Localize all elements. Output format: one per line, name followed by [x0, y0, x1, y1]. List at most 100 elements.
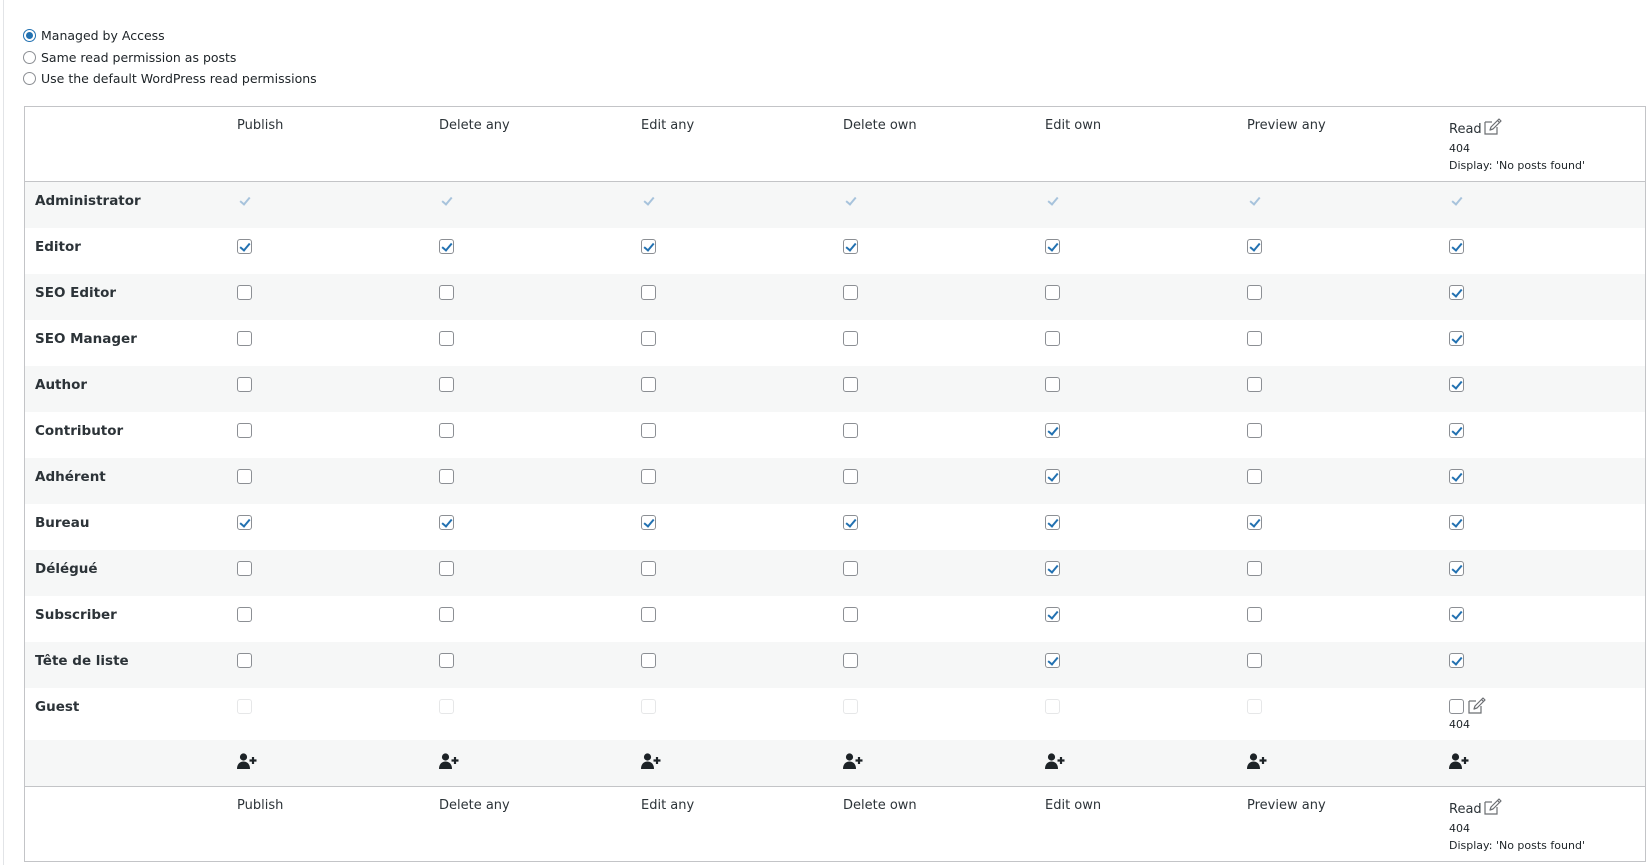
- edit-icon[interactable]: [1483, 798, 1502, 820]
- permission-checkbox[interactable]: [641, 285, 656, 300]
- permission-checkbox: [843, 699, 858, 714]
- permission-checkbox[interactable]: [843, 285, 858, 300]
- permission-checkbox[interactable]: [439, 561, 454, 576]
- permission-checkbox[interactable]: [439, 331, 454, 346]
- permission-checkbox[interactable]: [237, 469, 252, 484]
- permission-checkbox[interactable]: [1247, 515, 1262, 530]
- permission-checkbox[interactable]: [641, 377, 656, 392]
- permission-checkbox[interactable]: [1449, 239, 1464, 254]
- add-user-icon[interactable]: [1045, 753, 1065, 773]
- permission-checkbox[interactable]: [1449, 331, 1464, 346]
- permission-checkbox[interactable]: [641, 607, 656, 622]
- permission-checkbox[interactable]: [1449, 607, 1464, 622]
- permission-checkbox[interactable]: [439, 607, 454, 622]
- permission-checkbox[interactable]: [439, 653, 454, 668]
- permission-checkbox[interactable]: [237, 653, 252, 668]
- permission-checkbox[interactable]: [1045, 561, 1060, 576]
- permission-checkbox[interactable]: [439, 239, 454, 254]
- add-user-cell: [641, 740, 843, 786]
- permission-checkbox[interactable]: [439, 515, 454, 530]
- permission-checkbox[interactable]: [237, 607, 252, 622]
- table-row: SEO Editor: [25, 274, 1645, 320]
- permission-checkbox[interactable]: [1045, 285, 1060, 300]
- radio-button[interactable]: [23, 72, 36, 86]
- add-user-icon[interactable]: [843, 753, 863, 773]
- permission-checkbox[interactable]: [641, 561, 656, 576]
- add-user-icon[interactable]: [641, 753, 661, 773]
- permission-checkbox[interactable]: [237, 239, 252, 254]
- permission-checkbox[interactable]: [641, 423, 656, 438]
- radio-button[interactable]: [23, 29, 36, 43]
- permission-checkbox[interactable]: [1045, 607, 1060, 622]
- permission-checkbox[interactable]: [843, 607, 858, 622]
- permission-checkbox[interactable]: [1449, 285, 1464, 300]
- permission-cell: [1449, 366, 1645, 412]
- permission-checkbox[interactable]: [1449, 699, 1464, 714]
- radio-option-managed-by-access[interactable]: Managed by Access: [23, 25, 317, 47]
- add-user-icon[interactable]: [439, 753, 459, 773]
- permission-checkbox[interactable]: [843, 469, 858, 484]
- add-user-icon[interactable]: [237, 753, 257, 773]
- permission-checkbox: [641, 193, 656, 208]
- permission-checkbox[interactable]: [439, 469, 454, 484]
- permission-checkbox[interactable]: [641, 515, 656, 530]
- permission-checkbox[interactable]: [1247, 239, 1262, 254]
- radio-option-same-as-posts[interactable]: Same read permission as posts: [23, 47, 317, 69]
- permission-checkbox[interactable]: [843, 331, 858, 346]
- add-user-icon[interactable]: [1247, 753, 1267, 773]
- edit-icon[interactable]: [1483, 118, 1502, 140]
- permission-checkbox[interactable]: [843, 423, 858, 438]
- permission-checkbox[interactable]: [237, 561, 252, 576]
- permission-checkbox[interactable]: [1045, 515, 1060, 530]
- permission-checkbox[interactable]: [1449, 423, 1464, 438]
- add-user-row: [25, 740, 1645, 786]
- permission-checkbox[interactable]: [641, 331, 656, 346]
- permission-cell: [439, 550, 641, 596]
- permission-checkbox[interactable]: [641, 469, 656, 484]
- permission-checkbox[interactable]: [1247, 561, 1262, 576]
- permission-checkbox[interactable]: [843, 653, 858, 668]
- permission-checkbox[interactable]: [1449, 653, 1464, 668]
- permission-checkbox[interactable]: [1247, 607, 1262, 622]
- permission-cell: [641, 550, 843, 596]
- permission-checkbox[interactable]: [439, 423, 454, 438]
- column-label: Read: [1449, 802, 1482, 817]
- permission-checkbox[interactable]: [1449, 561, 1464, 576]
- permission-checkbox[interactable]: [1045, 331, 1060, 346]
- permission-checkbox[interactable]: [439, 285, 454, 300]
- permission-checkbox[interactable]: [237, 515, 252, 530]
- permission-checkbox[interactable]: [237, 331, 252, 346]
- permission-checkbox[interactable]: [237, 285, 252, 300]
- add-user-icon[interactable]: [1449, 753, 1469, 773]
- permission-checkbox[interactable]: [1045, 653, 1060, 668]
- role-name: Bureau: [35, 515, 90, 531]
- permission-checkbox[interactable]: [237, 377, 252, 392]
- permission-checkbox[interactable]: [1045, 377, 1060, 392]
- permission-cell: [1247, 412, 1449, 458]
- permission-checkbox[interactable]: [1045, 239, 1060, 254]
- permission-checkbox[interactable]: [641, 239, 656, 254]
- permission-checkbox[interactable]: [237, 423, 252, 438]
- permission-checkbox[interactable]: [843, 377, 858, 392]
- permission-checkbox[interactable]: [1247, 653, 1262, 668]
- permission-checkbox[interactable]: [843, 239, 858, 254]
- permission-cell: [439, 642, 641, 688]
- permission-checkbox[interactable]: [1449, 469, 1464, 484]
- permission-checkbox[interactable]: [1247, 285, 1262, 300]
- permission-checkbox[interactable]: [1449, 377, 1464, 392]
- permission-checkbox[interactable]: [641, 653, 656, 668]
- permission-checkbox[interactable]: [843, 561, 858, 576]
- permission-checkbox[interactable]: [1045, 469, 1060, 484]
- permission-checkbox[interactable]: [843, 515, 858, 530]
- permission-checkbox[interactable]: [439, 377, 454, 392]
- radio-option-default-wordpress[interactable]: Use the default WordPress read permissio…: [23, 68, 317, 90]
- edit-icon[interactable]: [1467, 697, 1486, 719]
- column-header-preview-any: Preview any: [1247, 107, 1449, 181]
- radio-button[interactable]: [23, 50, 36, 64]
- permission-checkbox[interactable]: [1247, 423, 1262, 438]
- permission-checkbox[interactable]: [1449, 515, 1464, 530]
- permission-checkbox[interactable]: [1247, 377, 1262, 392]
- permission-checkbox[interactable]: [1045, 423, 1060, 438]
- permission-checkbox[interactable]: [1247, 331, 1262, 346]
- permission-checkbox[interactable]: [1247, 469, 1262, 484]
